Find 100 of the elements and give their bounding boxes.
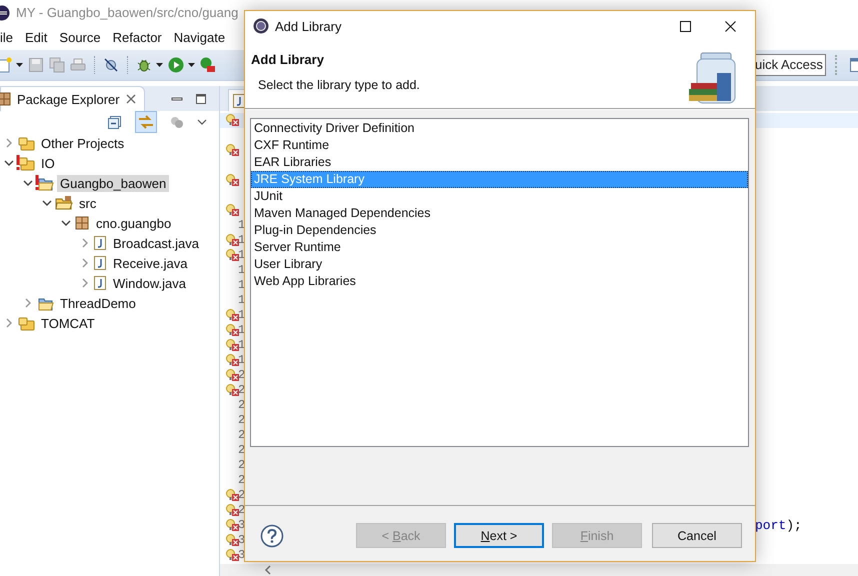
skip-breakpoints-icon[interactable] [103, 57, 119, 73]
perspective-icon[interactable] [850, 58, 858, 72]
maximize-icon[interactable] [680, 20, 691, 32]
working-set-icon [17, 315, 35, 331]
quickfix-error-icon[interactable] [226, 174, 239, 187]
caret-icon[interactable] [156, 63, 163, 67]
tree-item[interactable]: ThreadDemo [57, 294, 139, 312]
collapsed-chevron-icon[interactable] [4, 138, 14, 148]
caret-icon[interactable] [188, 63, 195, 67]
library-item[interactable]: Plug-in Dependencies [251, 222, 748, 239]
library-item[interactable]: User Library [251, 256, 748, 273]
dialog-heading: Add Library [251, 52, 325, 67]
java-file-icon [93, 235, 107, 251]
quickfix-error-icon[interactable] [226, 249, 239, 262]
java-file-icon [93, 255, 107, 271]
line-number: 1 [238, 218, 246, 233]
library-item[interactable]: EAR Libraries [251, 154, 748, 171]
collapsed-chevron-icon[interactable] [80, 258, 90, 268]
tree-item[interactable]: Guangbo_baowen [57, 174, 170, 192]
tree-item[interactable]: TOMCAT [38, 314, 98, 332]
maximize-icon[interactable] [195, 92, 207, 104]
help-icon[interactable] [260, 524, 284, 548]
quickfix-error-icon[interactable] [226, 369, 239, 382]
wizard-button[interactable]: Next > [454, 523, 544, 548]
library-item[interactable]: Connectivity Driver Definition [251, 120, 748, 137]
line-number: 2 [238, 488, 246, 503]
expanded-chevron-icon[interactable] [61, 218, 71, 228]
expanded-chevron-icon[interactable] [23, 178, 33, 188]
line-number: 2 [238, 458, 246, 473]
tree-item[interactable]: Broadcast.java [110, 234, 202, 252]
line-number: 2 [238, 503, 246, 518]
line-number: 1 [238, 233, 246, 248]
package-explorer-tab[interactable]: Package Explorer [0, 86, 145, 111]
quickfix-error-icon[interactable] [226, 114, 239, 127]
menu-item[interactable]: Navigate [168, 30, 232, 45]
collapsed-chevron-icon[interactable] [4, 318, 14, 328]
menu-item[interactable]: Refactor [106, 30, 168, 45]
menu-item[interactable]: Source [53, 30, 107, 45]
menu-item[interactable]: ile [0, 30, 20, 45]
library-item[interactable]: Server Runtime [251, 239, 748, 256]
working-set-icon [17, 135, 35, 151]
tree-item[interactable]: src [76, 194, 100, 212]
close-icon[interactable] [725, 20, 736, 32]
library-item[interactable]: JUnit [251, 188, 748, 205]
quickfix-error-icon[interactable] [226, 504, 239, 517]
collapsed-chevron-icon[interactable] [80, 238, 90, 248]
line-number: 1 [238, 353, 246, 368]
quickfix-error-icon[interactable] [226, 324, 239, 337]
tree-item[interactable]: cno.guangbo [93, 214, 174, 232]
collapse-all-icon[interactable] [107, 114, 123, 130]
java-file-icon [93, 275, 107, 291]
quickfix-error-icon[interactable] [226, 144, 239, 157]
line-number: 2 [238, 428, 246, 443]
bug-icon[interactable] [136, 57, 152, 73]
window-title: MY - Guangbo_baowen/src/cno/guang [16, 5, 238, 20]
tree-item[interactable]: Other Projects [38, 134, 128, 152]
tree-item[interactable]: IO [38, 154, 58, 172]
quickfix-error-icon[interactable] [226, 489, 239, 502]
tree-item[interactable]: Window.java [110, 274, 189, 292]
library-item[interactable]: CXF Runtime [251, 137, 748, 154]
line-number: 2 [238, 368, 246, 383]
wizard-button[interactable]: Cancel [652, 523, 742, 548]
library-item[interactable]: Web App Libraries [251, 273, 748, 290]
quickfix-error-icon[interactable] [226, 339, 239, 352]
quickfix-error-icon[interactable] [226, 354, 239, 367]
expanded-chevron-icon[interactable] [42, 198, 52, 208]
line-number: 2 [238, 383, 246, 398]
tree-item[interactable]: Receive.java [110, 254, 190, 272]
collapsed-chevron-icon[interactable] [23, 298, 33, 308]
caret-icon[interactable] [16, 63, 23, 67]
line-number: 2 [238, 443, 246, 458]
line-number: 1 [238, 338, 246, 353]
line-number: 2 [238, 398, 246, 413]
working-set-icon [17, 155, 35, 171]
menu-item[interactable]: Edit [19, 30, 54, 45]
quickfix-error-icon[interactable] [226, 234, 239, 247]
scroll-left-icon[interactable] [264, 565, 272, 575]
quickfix-error-icon[interactable] [226, 519, 239, 532]
expanded-chevron-icon[interactable] [4, 158, 14, 168]
line-number: 1 [238, 308, 246, 323]
line-number: 1 [238, 293, 246, 308]
quickfix-error-icon[interactable] [226, 534, 239, 547]
collapsed-chevron-icon[interactable] [80, 278, 90, 288]
line-number: 1 [238, 278, 246, 293]
view-menu-icon[interactable] [197, 118, 207, 126]
run-tool-icon[interactable] [200, 57, 216, 73]
run-icon[interactable] [168, 57, 184, 73]
dialog-title: Add Library [275, 18, 342, 34]
line-number: 1 [238, 263, 246, 278]
link-with-editor-toggle[interactable] [135, 111, 157, 133]
package-icon [0, 92, 11, 106]
line-number: 2 [238, 413, 246, 428]
quickfix-error-icon[interactable] [226, 309, 239, 322]
dialog-description: Select the library type to add. [257, 78, 421, 92]
library-item[interactable]: Maven Managed Dependencies [251, 205, 748, 222]
quickfix-error-icon[interactable] [226, 204, 239, 217]
quickfix-error-icon[interactable] [226, 384, 239, 397]
code-text: ); [786, 518, 802, 533]
quickfix-error-icon[interactable] [226, 549, 239, 562]
line-number: 1 [238, 323, 246, 338]
